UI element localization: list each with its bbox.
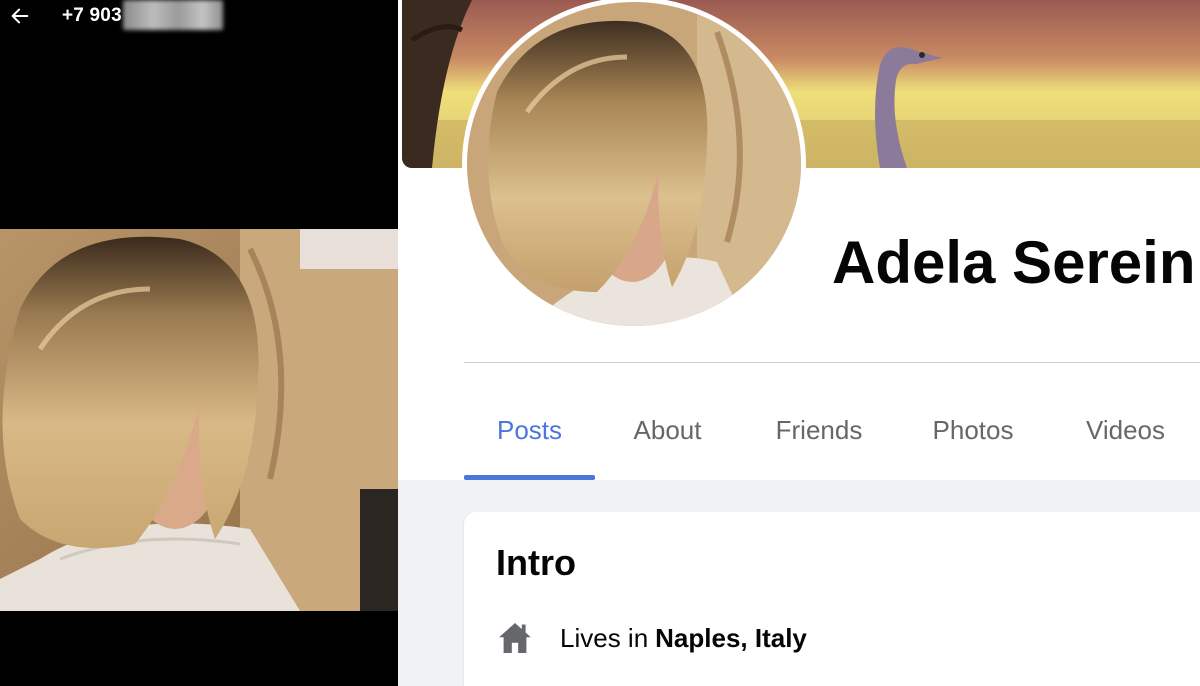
intro-lives-place[interactable]: Naples, Italy — [655, 623, 807, 654]
phone-number: +7 903 — [62, 5, 122, 26]
redacted-number-blur — [123, 0, 223, 30]
profile-header: Adela Serein Posts About Friends Photos … — [398, 0, 1200, 480]
profile-name: Adela Serein — [832, 229, 1196, 296]
profile-tabs: Posts About Friends Photos Videos — [464, 380, 1200, 480]
intro-title: Intro — [496, 542, 576, 583]
back-button[interactable] — [8, 4, 32, 28]
arrow-left-icon — [11, 8, 29, 24]
intro-lives-in: Lives in Naples, Italy — [496, 616, 807, 660]
home-icon — [496, 619, 534, 657]
intro-lives-prefix: Lives in — [560, 622, 649, 653]
viewer-photo — [0, 229, 398, 611]
photo-viewer: +7 903 — [0, 0, 398, 686]
header-divider — [464, 362, 1200, 363]
tab-photos[interactable]: Photos — [898, 380, 1048, 480]
tab-about[interactable]: About — [595, 380, 740, 480]
tab-videos[interactable]: Videos — [1048, 380, 1200, 480]
intro-card: Intro Lives in Naples, Italy — [464, 512, 1200, 686]
viewer-topbar: +7 903 — [0, 0, 398, 34]
profile-avatar[interactable] — [462, 0, 806, 331]
tab-posts[interactable]: Posts — [464, 380, 595, 480]
profile-page: Adela Serein Posts About Friends Photos … — [398, 0, 1200, 686]
tab-friends[interactable]: Friends — [740, 380, 898, 480]
